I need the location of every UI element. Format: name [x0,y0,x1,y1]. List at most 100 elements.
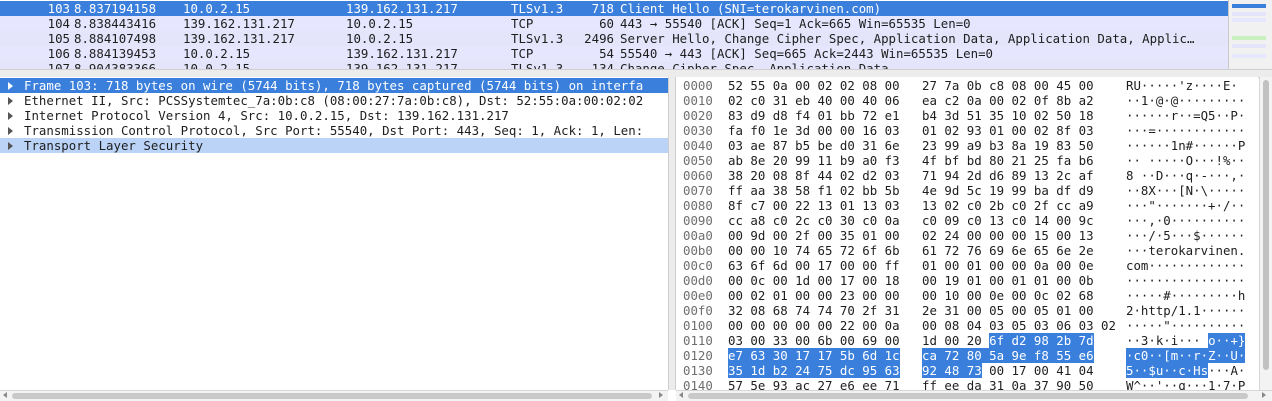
packet-len-cell: 54 [599,46,614,61]
hex-row[interactable]: 0060 38 20 08 8f 44 02 d2 03 71 94 2d d6 8… [676,168,1258,183]
packet-proto-cell: TLSv1.3 [511,1,564,16]
detail-label: Frame 103: 718 bytes on wire (5744 bits)… [24,78,644,93]
hex-row[interactable]: 0110 03 00 33 00 6b 00 69 00 1d 00 20 6f d… [676,333,1258,348]
packet-info-cell: Client Hello (SNI=terokarvinen.com) [620,1,882,16]
detail-label: Transport Layer Security [24,138,204,153]
scrollbar-thumb[interactable] [688,393,1248,399]
hex-ascii: ······r··=Q5··P· [1126,108,1246,123]
ascii-unselected: ···A· [1208,363,1246,378]
hex-ascii: ··1·@·@········· [1126,93,1246,108]
packet-info-cell: Server Hello, Change Cipher Spec, Applic… [620,31,1195,46]
minimap-marker [1232,12,1266,16]
hex-ascii: ···"·······+·/·· [1126,198,1246,213]
hex-row[interactable]: 00c0 63 6f 6d 00 17 00 00 ff 01 00 01 00 0… [676,258,1258,273]
packet-proto-cell: TLSv1.3 [511,31,564,46]
hex-bytes-selected: 92 48 73 [922,363,982,378]
hex-row[interactable]: 00f0 32 08 68 74 74 70 2f 31 2e 31 00 05 0… [676,303,1258,318]
hex-bytes-second-half: 00 08 04 03 05 03 06 03 02 [922,318,1116,333]
packet-row[interactable]: 104 8.838443416 139.162.131.217 10.0.2.15 TC… [0,16,1228,31]
bytes-vertical-scrollbar[interactable] [1259,77,1272,390]
hex-bytes-first-half: 8f c7 00 22 13 01 13 03 [728,198,900,213]
detail-tree-row[interactable]: Transport Layer Security [0,138,668,153]
hex-bytes-first-half: 00 9d 00 2f 00 35 01 00 [728,228,900,243]
hex-row[interactable]: 00d0 00 0c 00 1d 00 17 00 18 00 19 01 00 0… [676,273,1258,288]
hex-bytes-second-half: 71 94 2d d6 89 13 2c af [922,168,1094,183]
packet-src-cell: 139.162.131.217 [183,31,295,46]
hex-offset: 0010 [683,93,713,108]
hex-row[interactable]: 0090 cc a8 c0 2c c0 30 c0 0a c0 09 c0 13 c… [676,213,1258,228]
scroll-right-arrow-icon[interactable] [1262,392,1266,398]
hex-offset: 00b0 [683,243,713,258]
expand-arrow-icon[interactable] [8,127,13,135]
packet-row[interactable]: 105 8.884107498 139.162.131.217 10.0.2.15 TL… [0,31,1228,46]
packet-dst-cell: 10.0.2.15 [346,31,414,46]
scroll-right-arrow-icon[interactable] [659,392,663,398]
scroll-left-arrow-icon[interactable] [3,392,7,398]
details-horizontal-scrollbar[interactable] [0,390,668,401]
hex-bytes-second-half: b4 3d 51 35 10 02 50 18 [922,108,1094,123]
hex-row[interactable]: 0040 03 ae 87 b5 be d0 31 6e 23 99 a9 b3 8… [676,138,1258,153]
hex-row[interactable]: 0100 00 00 00 00 00 22 00 0a 00 08 04 03 0… [676,318,1258,333]
hex-bytes-first-half: 00 00 10 74 65 72 6f 6b [728,243,900,258]
packet-time-cell: 8.884139453 [74,46,157,61]
hex-bytes-second-half: ff ee da 31 0a 37 90 50 [922,378,1094,390]
hex-row[interactable]: 0000 52 55 0a 00 02 02 08 00 27 7a 0b c8 0… [676,78,1258,93]
hex-row[interactable]: 00b0 00 00 10 74 65 72 6f 6b 61 72 76 69 6… [676,243,1258,258]
hex-row[interactable]: 0130 35 1d b2 24 75 dc 95 63 92 48 73 00 1… [676,363,1258,378]
hex-row[interactable]: 0050 ab 8e 20 99 11 b9 a0 f3 4f bf bd 80 2… [676,153,1258,168]
packet-list-minimap[interactable] [1228,0,1272,69]
hex-ascii: ·c0··[m··r·Z··U· [1126,348,1246,363]
hex-offset: 0090 [683,213,713,228]
expand-arrow-icon[interactable] [8,82,13,90]
hex-bytes-first-half: 00 02 01 00 00 23 00 00 [728,288,900,303]
packet-bytes-pane[interactable]: 0000 52 55 0a 00 02 02 08 00 27 7a 0b c8 0… [676,77,1258,390]
hex-bytes-first-half: e7 63 30 17 17 5b 6d 1c [728,348,900,363]
hex-row[interactable]: 00e0 00 02 01 00 00 23 00 00 00 10 00 0e 0… [676,288,1258,303]
hex-row[interactable]: 0120 e7 63 30 17 17 5b 6d 1c ca 72 80 5a 9… [676,348,1258,363]
expand-arrow-icon[interactable] [8,112,13,120]
hex-bytes-second-half: 92 48 73 00 17 00 41 04 [922,363,1094,378]
scroll-left-arrow-icon[interactable] [679,392,683,398]
hex-bytes-first-half: 52 55 0a 00 02 02 08 00 [728,78,900,93]
hex-row[interactable]: 0070 ff aa 38 58 f1 02 bb 5b 4e 9d 5c 19 9… [676,183,1258,198]
detail-label: Transmission Control Protocol, Src Port:… [24,123,644,138]
packet-details-pane[interactable]: Frame 103: 718 bytes on wire (5744 bits)… [0,77,668,390]
bytes-horizontal-scrollbar[interactable] [676,390,1272,401]
hex-row[interactable]: 0010 02 c0 31 eb 40 00 40 06 ea c2 0a 00 0… [676,93,1258,108]
packet-len-cell: 60 [599,16,614,31]
packet-src-cell: 139.162.131.217 [183,16,295,31]
ascii-selected: 5··$u··c·Hs [1126,363,1209,378]
hex-offset: 0070 [683,183,713,198]
hex-offset: 0030 [683,123,713,138]
packet-list[interactable]: 103 8.837194158 10.0.2.15 139.162.131.217 TL… [0,0,1228,69]
detail-tree-row[interactable]: Ethernet II, Src: PCSSystemtec_7a:0b:c8 … [0,93,668,108]
vertical-splitter[interactable] [668,77,676,390]
expand-arrow-icon[interactable] [8,97,13,105]
hex-row[interactable]: 0020 83 d9 d8 f4 01 bb 72 e1 b4 3d 51 35 1… [676,108,1258,123]
hex-bytes-second-half: ca 72 80 5a 9e f8 55 e6 [922,348,1094,363]
packet-row[interactable]: 106 8.884139453 10.0.2.15 139.162.131.217 TC… [0,46,1228,61]
hex-ascii: ··8X···[N·\····· [1126,183,1246,198]
hex-row[interactable]: 0080 8f c7 00 22 13 01 13 03 13 02 c0 2b c… [676,198,1258,213]
hex-bytes-first-half: 38 20 08 8f 44 02 d2 03 [728,168,900,183]
scrollbar-thumb[interactable] [1263,80,1269,370]
detail-tree-row[interactable]: Transmission Control Protocol, Src Port:… [0,123,668,138]
expand-arrow-icon[interactable] [8,142,13,150]
hex-row[interactable]: 00a0 00 9d 00 2f 00 35 01 00 02 24 00 00 0… [676,228,1258,243]
hex-offset: 00a0 [683,228,713,243]
packet-row[interactable]: 107 8.904383366 10.0.2.15 139.162.131.217 TL… [0,61,1228,69]
hex-offset: 0040 [683,138,713,153]
scrollbar-thumb[interactable] [12,393,652,399]
hex-ascii: ···/·5···$······ [1126,228,1246,243]
hex-bytes-second-half: 4e 9d 5c 19 99 ba df d9 [922,183,1094,198]
hex-row[interactable]: 0140 57 5e 93 ac 27 e6 ee 71 ff ee da 31 0… [676,378,1258,390]
hex-bytes-second-half: 01 00 01 00 00 0a 00 0e [922,258,1094,273]
packet-no-cell: 103 [47,1,70,16]
packet-row[interactable]: 103 8.837194158 10.0.2.15 139.162.131.217 TL… [0,1,1228,16]
detail-tree-row[interactable]: Internet Protocol Version 4, Src: 10.0.2… [0,108,668,123]
hex-bytes-unselected: 1d 00 20 [922,333,990,348]
hex-offset: 0130 [683,363,713,378]
hex-row[interactable]: 0030 fa f0 1e 3d 00 00 16 03 01 02 93 01 0… [676,123,1258,138]
ascii-unselected: ··3·k·i··· [1126,333,1209,348]
detail-tree-row[interactable]: Frame 103: 718 bytes on wire (5744 bits)… [0,78,668,93]
